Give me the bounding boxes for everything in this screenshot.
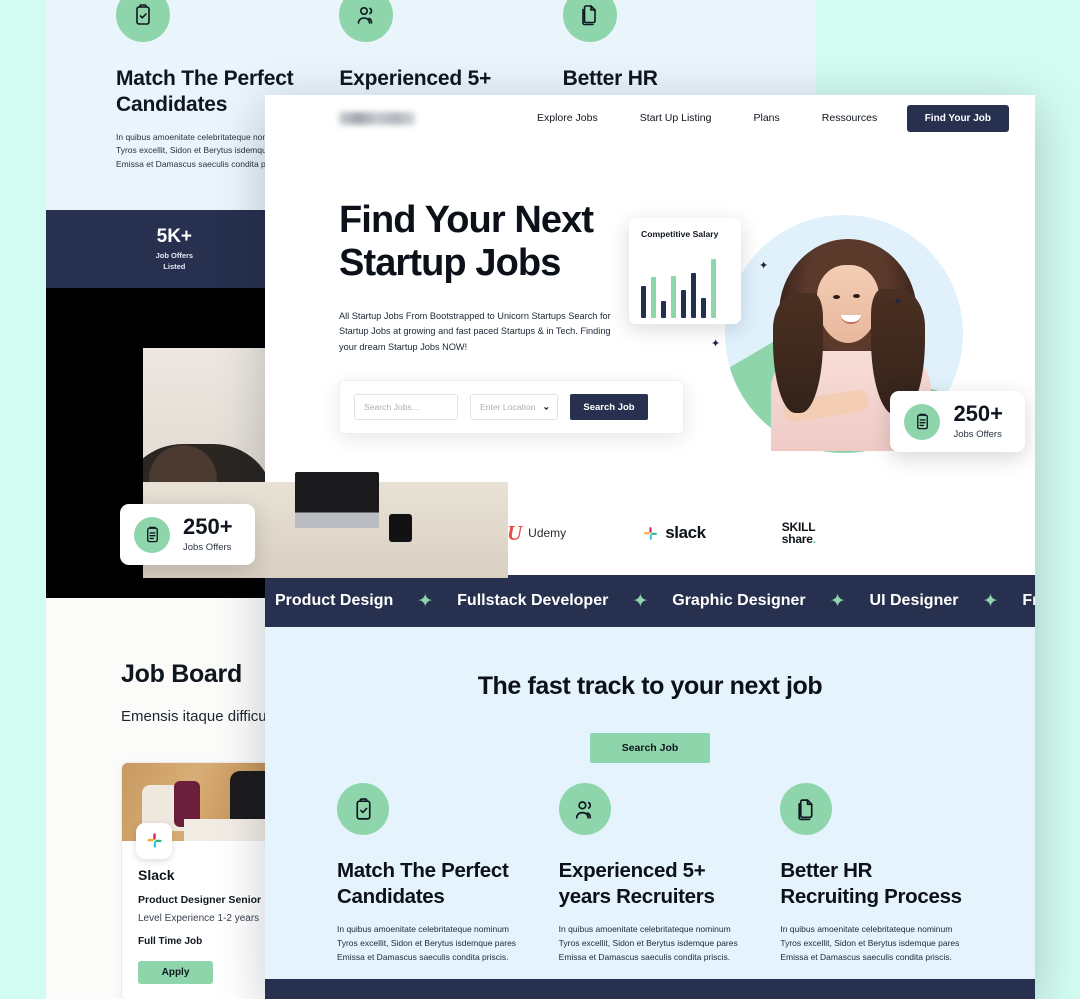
location-select-wrap: Enter Location… ⌄ bbox=[470, 394, 558, 421]
badge-number: 250+ bbox=[183, 514, 233, 539]
site-logo[interactable] bbox=[339, 111, 415, 125]
nav-links: Explore Jobs Start Up Listing Plans Ress… bbox=[537, 112, 877, 124]
feature-body: In quibus amoenitate celebritateque nomi… bbox=[337, 924, 517, 963]
udemy-logo: U Udemy bbox=[507, 521, 566, 546]
jobs-offers-badge: 250+ Jobs Offers bbox=[120, 504, 255, 565]
eye-left bbox=[833, 295, 840, 299]
chart-bar bbox=[641, 286, 646, 318]
udemy-mark-icon: U bbox=[507, 520, 523, 545]
slack-logo-icon bbox=[136, 822, 172, 859]
hero-heading-line2: Startup Jobs bbox=[339, 242, 561, 285]
chart-bar bbox=[711, 259, 716, 318]
badge-label: Jobs Offers bbox=[953, 429, 1002, 440]
chart-bars bbox=[641, 248, 731, 318]
slack-wordmark: slack bbox=[665, 523, 706, 542]
sparkle-icon: ✦ bbox=[711, 338, 721, 350]
laptop-shape bbox=[295, 472, 379, 528]
chart-bar bbox=[671, 276, 676, 318]
feature-title: Match The Perfect Candidates bbox=[337, 859, 509, 908]
competitive-salary-chart-card: Competitive Salary bbox=[629, 218, 741, 324]
clipboard-check-icon bbox=[116, 0, 170, 42]
hero-search-bar: Enter Location… ⌄ Search Job bbox=[339, 380, 684, 435]
feature-card: Match The Perfect Candidates In quibus a… bbox=[337, 783, 520, 962]
phone-shape bbox=[389, 514, 412, 542]
nav-link-plans[interactable]: Plans bbox=[754, 112, 780, 124]
skillshare-logo: SKILL share. bbox=[782, 521, 816, 546]
feature-title: Experienced 5+ years Recruiters bbox=[558, 859, 715, 908]
chart-bar bbox=[651, 277, 656, 318]
apply-button[interactable]: Apply bbox=[138, 960, 213, 984]
nav-link-ressources[interactable]: Ressources bbox=[822, 112, 877, 124]
fast-track-heading: The fast track to your next job bbox=[477, 672, 823, 700]
feature-body: In quibus amoenitate celebritateque nomi… bbox=[558, 924, 738, 963]
marquee-item-graphic-designer[interactable]: Graphic Designer bbox=[672, 592, 805, 610]
documents-copy-icon bbox=[562, 0, 617, 42]
categories-marquee: Product Design ✦ Fullstack Developer ✦ G… bbox=[265, 575, 1035, 627]
sparkle-icon: ✦ bbox=[759, 260, 769, 272]
search-job-button[interactable]: Search Job bbox=[570, 394, 648, 421]
clipboard-list-icon bbox=[904, 403, 941, 440]
marquee-item-product-design[interactable]: Product Design bbox=[275, 592, 393, 610]
skillshare-dot: . bbox=[812, 531, 816, 546]
chart-bar bbox=[691, 273, 696, 318]
badge-number: 250+ bbox=[953, 401, 1003, 426]
hero-section: Find Your Next Startup Jobs All Startup … bbox=[265, 141, 1035, 491]
fast-track-search-job-button[interactable]: Search Job bbox=[589, 733, 711, 763]
find-your-job-button[interactable]: Find Your Job bbox=[906, 104, 1009, 132]
partner-logos: U Udemy slack SKILL share. bbox=[507, 521, 816, 546]
hero-heading-underline-wrap: Startup Jobs bbox=[339, 242, 561, 290]
badge-label: Jobs Offers bbox=[183, 542, 232, 553]
features-section: Match The Perfect Candidates In quibus a… bbox=[265, 737, 1035, 979]
udemy-wordmark: Udemy bbox=[528, 526, 567, 540]
chart-bar bbox=[661, 301, 666, 318]
marquee-item-ui-designer[interactable]: UI Designer bbox=[870, 592, 959, 610]
hero-paragraph: All Startup Jobs From Bootstrapped to Un… bbox=[339, 310, 611, 353]
marquee-item-front-end-developer[interactable]: Front-End Developer bbox=[1022, 592, 1035, 610]
eye-right bbox=[853, 294, 860, 298]
chart-title: Competitive Salary bbox=[641, 229, 719, 239]
feature-title: Better HR Recruiting Process bbox=[780, 859, 962, 908]
slack-mark-icon bbox=[642, 525, 659, 542]
feature-card: Experienced 5+ years Recruiters In quibu… bbox=[558, 783, 742, 962]
location-select[interactable]: Enter Location… bbox=[470, 394, 558, 421]
slack-logo: slack bbox=[642, 523, 706, 543]
screenshot-stage: Match The Perfect Candidates In quibus a… bbox=[0, 0, 1080, 999]
users-icon bbox=[558, 783, 611, 835]
skillshare-line2: share. bbox=[781, 531, 816, 546]
nav-link-start-up-listing[interactable]: Start Up Listing bbox=[640, 112, 712, 124]
nav-link-explore-jobs[interactable]: Explore Jobs bbox=[537, 112, 598, 124]
four-point-star-icon: ✦ bbox=[632, 590, 649, 612]
feature-card: Better HR Recruiting Process In quibus a… bbox=[780, 783, 963, 962]
clipboard-list-icon bbox=[134, 516, 170, 553]
four-point-star-icon: ✦ bbox=[829, 590, 846, 612]
stats-band: 5K+ Job Offers 150+ Startups 15+ Years o… bbox=[265, 979, 1035, 999]
clipboard-check-icon bbox=[337, 783, 389, 835]
chart-bar bbox=[701, 298, 706, 318]
chart-bar bbox=[681, 290, 686, 318]
sparkle-icon: ✦ bbox=[893, 296, 903, 308]
four-point-star-icon: ✦ bbox=[417, 590, 434, 612]
documents-copy-icon bbox=[780, 783, 833, 835]
search-jobs-input[interactable] bbox=[354, 394, 458, 421]
hero-heading-line1: Find Your Next bbox=[339, 199, 594, 241]
hero-jobs-offers-badge: 250+ Jobs Offers bbox=[890, 391, 1025, 452]
fast-track-section: The fast track to your next job Search J… bbox=[265, 627, 1035, 763]
four-point-star-icon: ✦ bbox=[982, 590, 999, 612]
users-icon bbox=[339, 0, 394, 42]
navbar: Explore Jobs Start Up Listing Plans Ress… bbox=[265, 95, 1035, 141]
feature-body: In quibus amoenitate celebritateque nomi… bbox=[780, 924, 960, 963]
marquee-item-fullstack-developer[interactable]: Fullstack Developer bbox=[457, 592, 608, 610]
